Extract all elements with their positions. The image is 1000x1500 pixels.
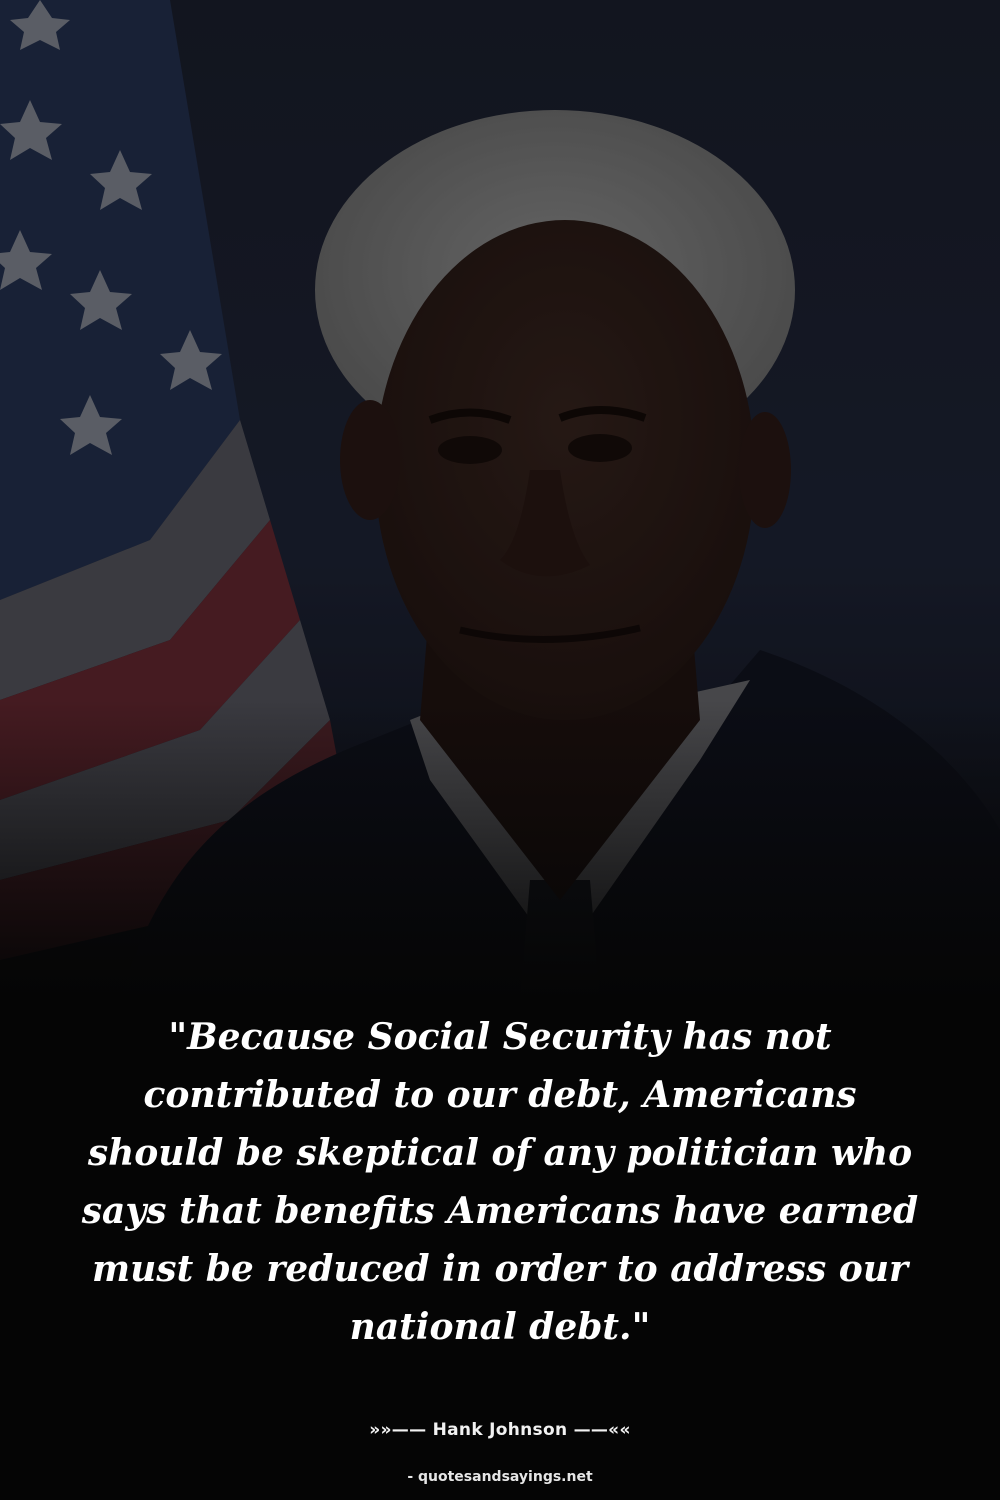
quote-poster: "Because Social Security has not contrib… <box>0 0 1000 1500</box>
source-site: - quotesandsayings.net <box>407 1469 593 1485</box>
author-attribution: »»—— Hank Johnson ——«« <box>369 1420 631 1440</box>
quote-text: "Because Social Security has not contrib… <box>81 1016 919 1348</box>
portrait-photo <box>0 0 1000 1000</box>
